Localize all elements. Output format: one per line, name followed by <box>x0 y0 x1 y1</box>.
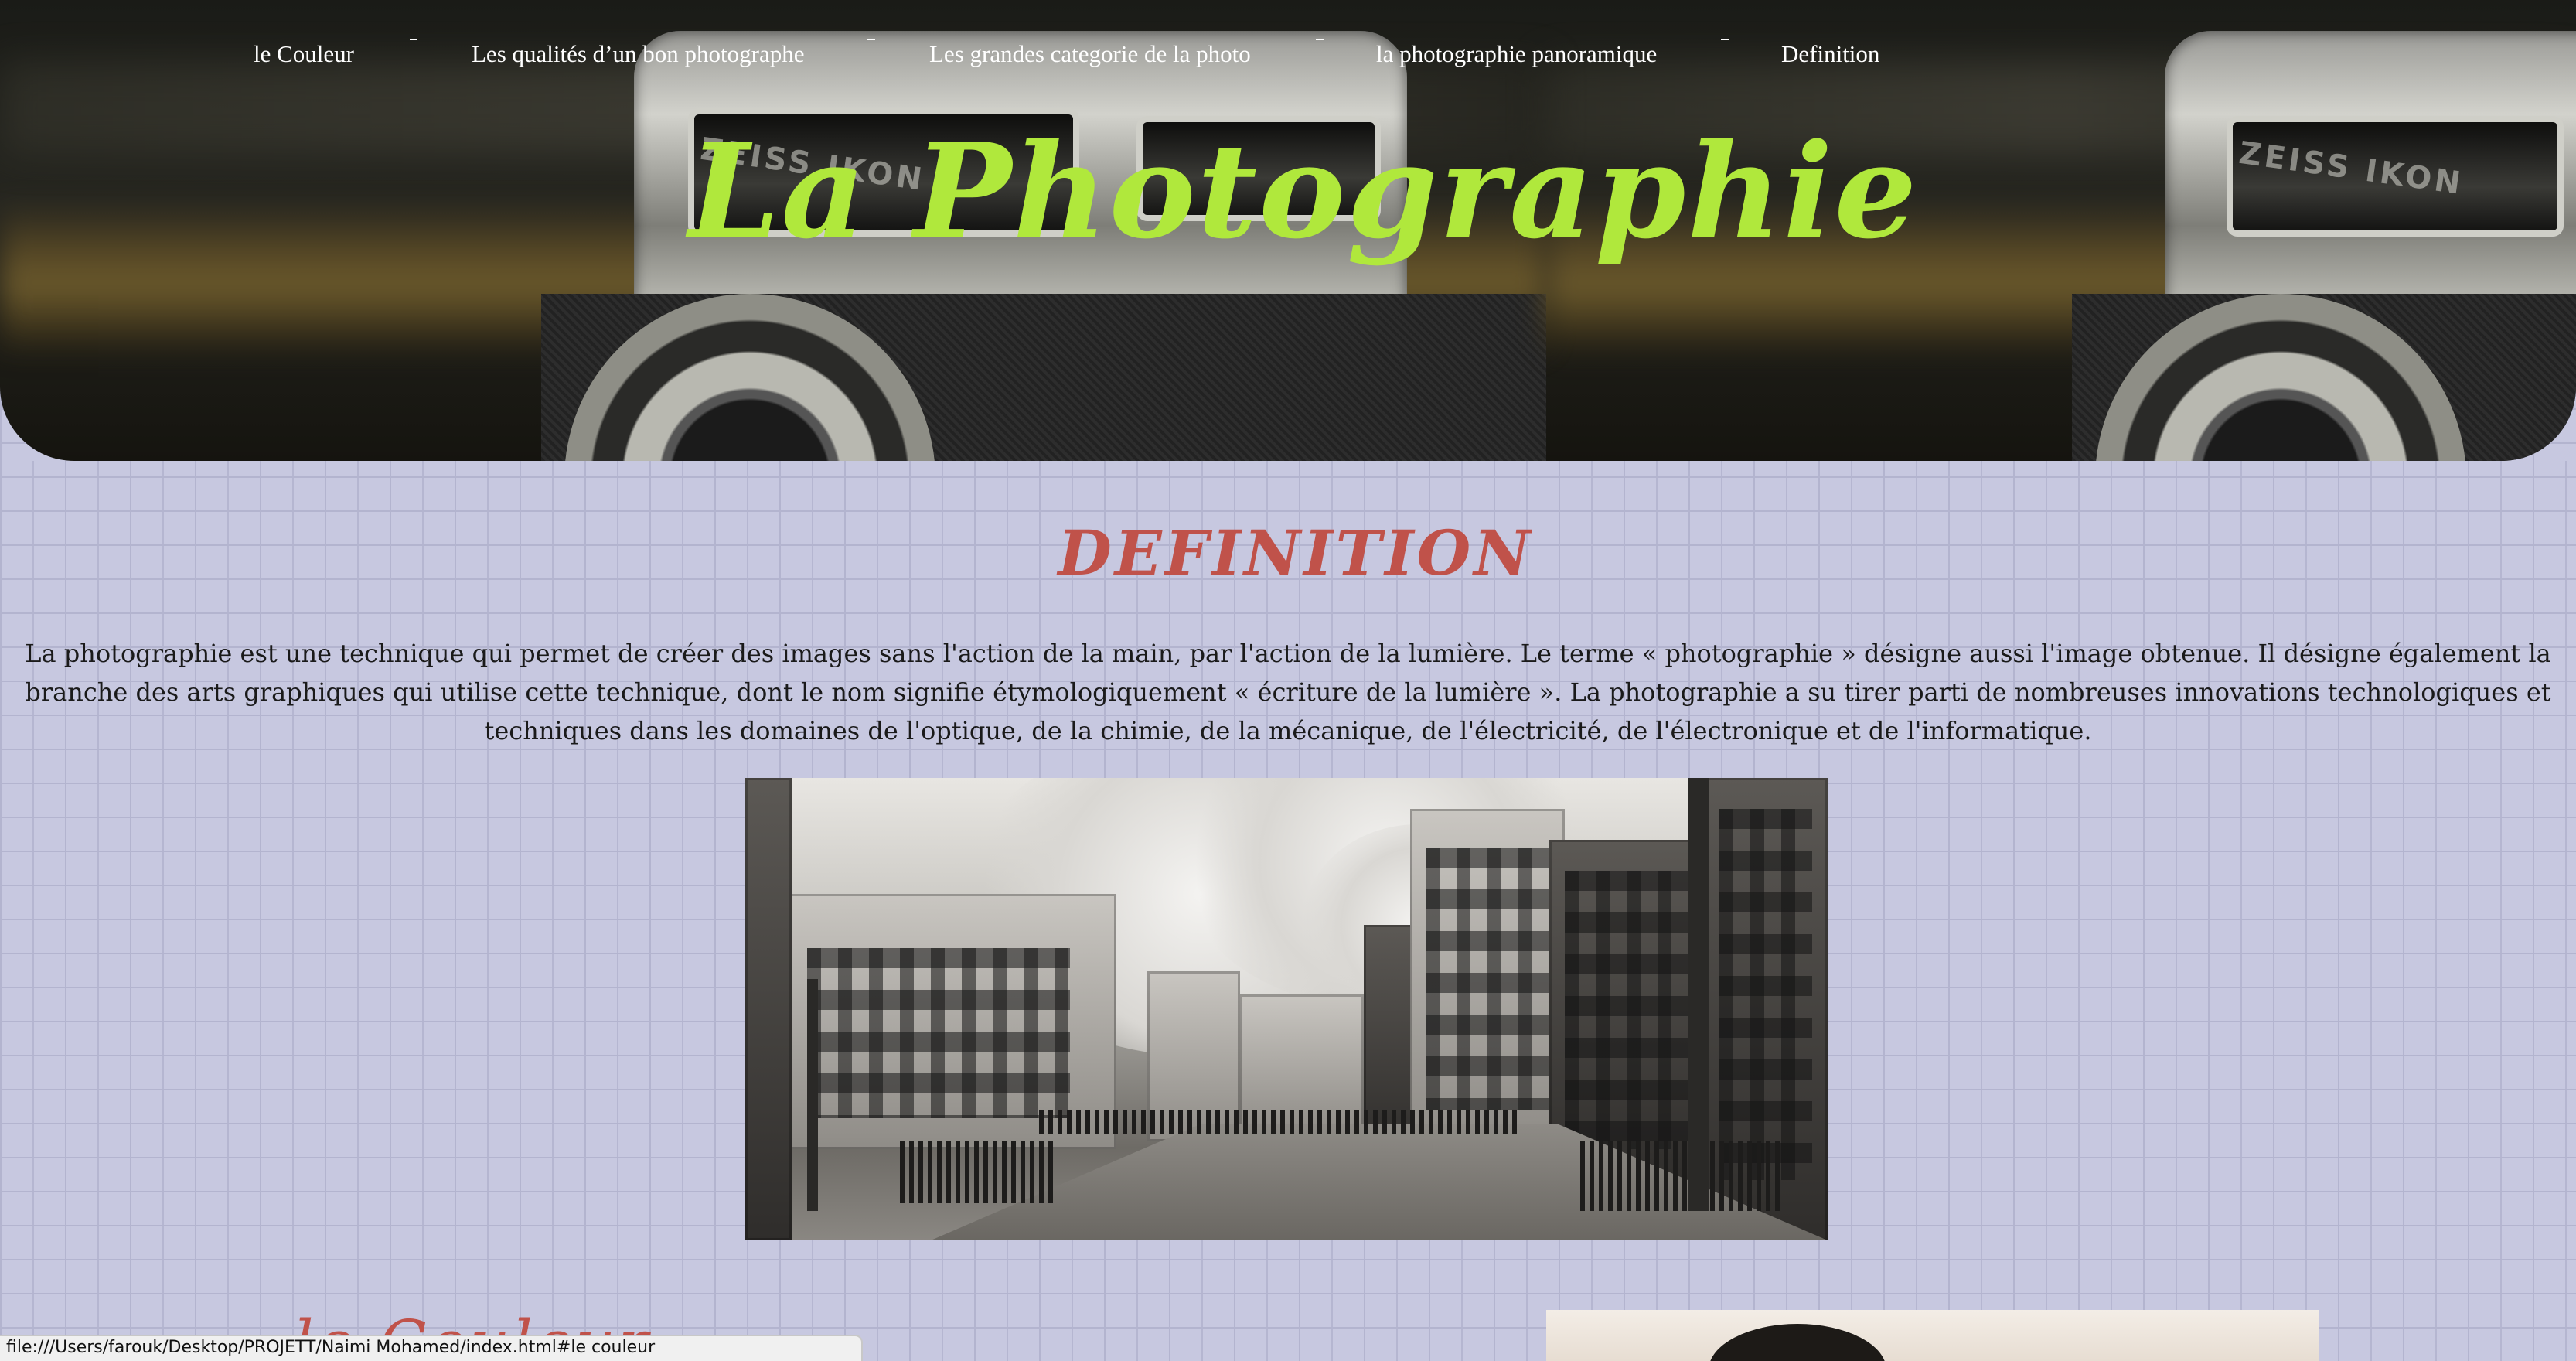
portrait-photo <box>1546 1310 2319 1361</box>
nav-link-qualites-photographe[interactable]: Les qualités d’un bon photographe <box>472 40 804 68</box>
nav-link-photographie-panoramique[interactable]: la photographie panoramique <box>1376 40 1657 68</box>
hero-banner: ZEISS IKON ZEISS IKON le Couleur Les qua… <box>0 0 2576 461</box>
site-title: La Photographie <box>688 114 1919 268</box>
historic-street-photo <box>745 778 1828 1240</box>
nav-separator <box>410 39 417 40</box>
nav-separator <box>1721 39 1729 40</box>
top-navigation: le Couleur Les qualités d’un bon photogr… <box>0 39 2576 79</box>
nav-link-grandes-categories[interactable]: Les grandes categorie de la photo <box>929 40 1251 68</box>
definition-heading: DEFINITION <box>1058 517 1534 589</box>
nav-link-le-couleur[interactable]: le Couleur <box>254 40 354 68</box>
definition-paragraph: La photographie est une technique qui pe… <box>25 639 2551 745</box>
nav-separator <box>1316 39 1324 40</box>
nav-link-definition[interactable]: Definition <box>1781 40 1879 68</box>
browser-status-bar-url: file:///Users/farouk/Desktop/PROJETT/Nai… <box>0 1335 863 1361</box>
nav-separator <box>867 39 875 40</box>
